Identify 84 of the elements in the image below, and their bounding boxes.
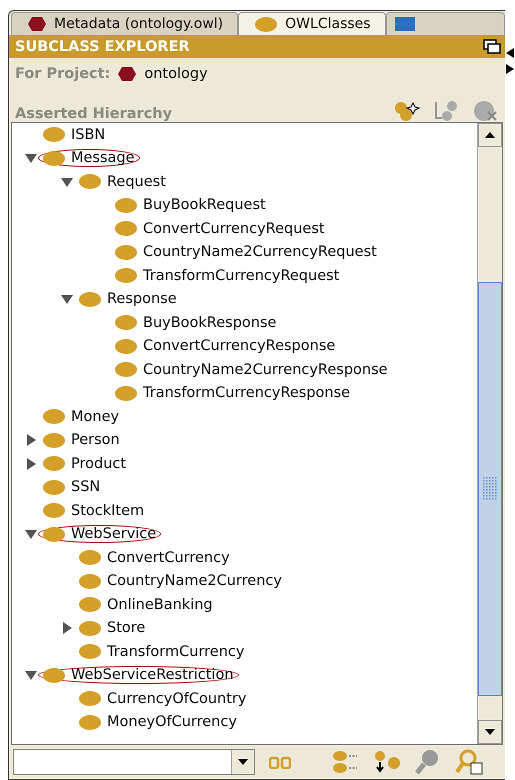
- class-icon: [115, 338, 137, 354]
- class-icon: [43, 127, 65, 142]
- tree-item[interactable]: Request: [107, 174, 166, 190]
- class-icon: [79, 174, 101, 190]
- expand-arrow-icon[interactable]: [25, 458, 37, 470]
- collapse-arrow-icon[interactable]: [25, 669, 37, 682]
- tree-item[interactable]: WebServiceRestriction: [71, 667, 234, 684]
- class-icon: [115, 315, 137, 330]
- class-icon: [79, 714, 101, 730]
- expand-arrow-icon[interactable]: [61, 622, 73, 634]
- class-icon: [43, 150, 65, 166]
- class-icon: [43, 456, 65, 472]
- class-icon: [43, 409, 65, 424]
- class-icon: [115, 362, 137, 378]
- tab-icon: [394, 17, 415, 31]
- project-icon: [28, 17, 46, 31]
- window-icon[interactable]: [483, 39, 502, 54]
- tree-item[interactable]: BuyBookRequest: [143, 197, 266, 214]
- tab[interactable]: Metadata (ontology.owl): [11, 12, 238, 35]
- right-arrow-icon[interactable]: [506, 64, 514, 74]
- class-icon: [79, 292, 101, 307]
- dropdown-arrow-icon: [238, 759, 248, 765]
- class-icon: [43, 526, 65, 542]
- class-icon: [115, 268, 137, 284]
- scroll-up-button[interactable]: [478, 123, 502, 147]
- tree-item[interactable]: TransformCurrencyRequest: [143, 268, 340, 284]
- class-icon: [255, 16, 278, 32]
- tree-item[interactable]: Store: [107, 620, 146, 636]
- tree-item[interactable]: CurrencyOfCountry: [107, 690, 246, 707]
- tree-item[interactable]: Message: [71, 150, 135, 166]
- tree-item[interactable]: CountryName2CurrencyResponse: [143, 362, 388, 378]
- left-arrow-icon[interactable]: [506, 48, 514, 58]
- project-name: ontology: [144, 66, 208, 82]
- search-combo[interactable]: [13, 749, 255, 775]
- tree-item[interactable]: OnlineBanking: [107, 596, 213, 613]
- collapse-arrow-icon[interactable]: [61, 176, 73, 188]
- scroll-down-button[interactable]: [478, 720, 502, 744]
- tree-item[interactable]: CountryName2CurrencyRequest: [143, 244, 377, 260]
- class-icon: [43, 503, 65, 518]
- up-arrow-icon: [485, 132, 496, 138]
- tree-item[interactable]: TransformCurrency: [107, 644, 244, 660]
- tree-item[interactable]: StockItem: [71, 502, 144, 519]
- tree-item[interactable]: ConvertCurrencyRequest: [143, 220, 325, 237]
- class-icon: [115, 198, 137, 213]
- down-arrow-icon: [485, 729, 496, 735]
- grip-icon: [483, 477, 498, 501]
- collapse-arrow-icon[interactable]: [61, 293, 73, 306]
- class-icon: [79, 644, 101, 660]
- class-icon: [79, 691, 101, 706]
- collapse-arrow-icon[interactable]: [25, 152, 37, 164]
- expand-arrow-icon[interactable]: [25, 434, 37, 446]
- project-icon: [118, 67, 136, 81]
- class-icon: [43, 480, 65, 495]
- class-icon: [115, 221, 137, 236]
- tree-item[interactable]: Money: [71, 408, 120, 425]
- move-class-icon[interactable]: [373, 751, 401, 773]
- add-class-icon[interactable]: [393, 100, 422, 122]
- tree-item[interactable]: ISBN: [71, 126, 106, 143]
- panel-title: SUBCLASS EXPLORER: [15, 38, 190, 54]
- class-icon: [115, 386, 137, 401]
- tree-item[interactable]: SSN: [71, 479, 100, 496]
- tree-item[interactable]: WebService: [71, 526, 156, 542]
- tree-item[interactable]: TransformCurrencyResponse: [143, 385, 350, 402]
- class-icon: [79, 620, 101, 636]
- class-icon: [79, 597, 101, 612]
- scrollbar-thumb[interactable]: [478, 282, 502, 696]
- tree-item[interactable]: Product: [71, 456, 126, 472]
- tree-item[interactable]: ConvertCurrencyResponse: [143, 338, 336, 354]
- tree-item[interactable]: Person: [71, 432, 120, 448]
- project-label: For Project:: [15, 66, 110, 82]
- class-icon: [43, 668, 65, 683]
- class-icon: [79, 574, 101, 589]
- collapse-arrow-icon[interactable]: [25, 528, 37, 540]
- tree-item[interactable]: Response: [107, 291, 177, 308]
- tree-item[interactable]: MoneyOfCurrency: [107, 714, 237, 730]
- delete-class-icon: [473, 100, 500, 122]
- tree-item[interactable]: BuyBookResponse: [143, 314, 276, 331]
- tree-item[interactable]: CountryName2Currency: [107, 573, 282, 590]
- class-icon: [43, 432, 65, 448]
- class-icon: [79, 550, 101, 566]
- class-icon: [115, 244, 137, 260]
- tab[interactable]: OWLClasses: [238, 12, 386, 35]
- hierarchy-label: Asserted Hierarchy: [15, 106, 172, 122]
- tree-item[interactable]: ConvertCurrency: [107, 550, 230, 566]
